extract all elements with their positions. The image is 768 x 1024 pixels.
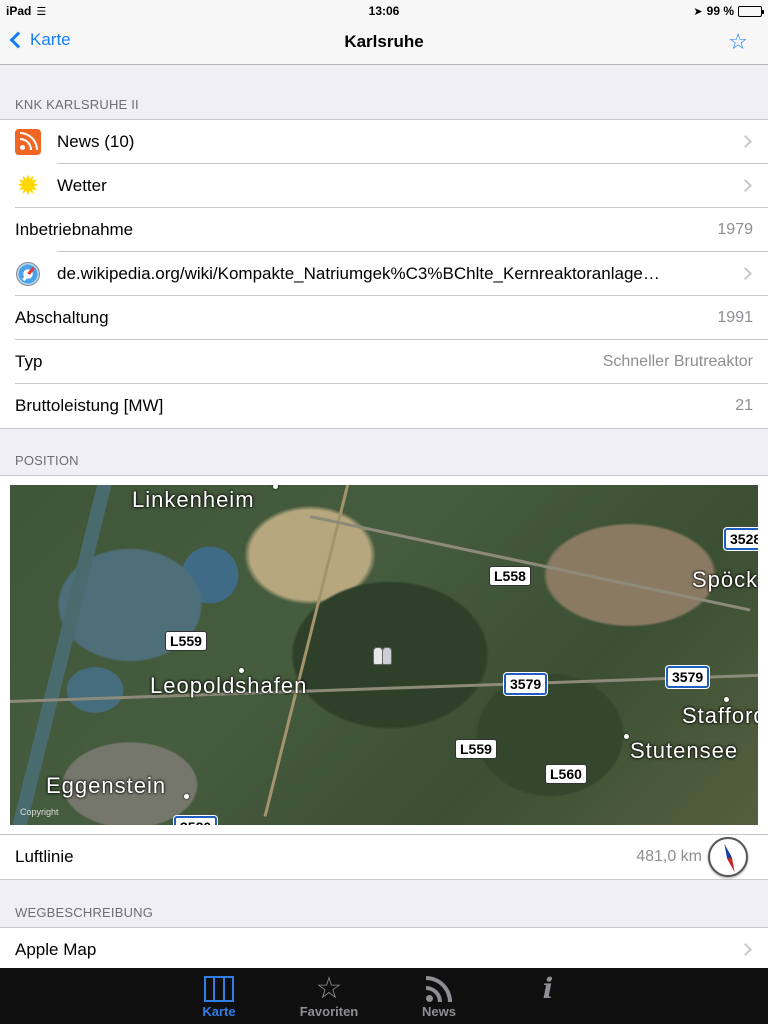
- type-label: Typ: [15, 352, 43, 371]
- rss-icon: [426, 976, 452, 1002]
- chevron-right-icon: [739, 267, 752, 280]
- place-label: Eggenstein: [46, 773, 167, 798]
- commissioning-row: Inbetriebnahme 1979: [0, 208, 768, 252]
- chevron-right-icon: [739, 179, 752, 192]
- road-sign: 3528: [724, 528, 758, 550]
- tab-bar: Karte ☆ Favoriten News i: [0, 968, 768, 1024]
- favorite-star-icon[interactable]: ☆: [728, 29, 748, 55]
- shutdown-label: Abschaltung: [15, 308, 109, 327]
- road-sign: L558: [489, 566, 531, 586]
- reactor-map-pin-icon[interactable]: [373, 645, 395, 667]
- distance-group: Luftlinie 481,0 km: [0, 834, 768, 880]
- chevron-right-icon: [739, 135, 752, 148]
- map-copyright: Copyright: [20, 807, 59, 817]
- wikipedia-row[interactable]: de.wikipedia.org/wiki/Kompakte_Natriumge…: [0, 252, 768, 296]
- commissioning-label: Inbetriebnahme: [15, 220, 134, 239]
- reactor-info-group: News (10) ✹ Wetter Inbetriebnahme 1979 d…: [0, 119, 768, 429]
- weather-row-label: Wetter: [57, 176, 107, 195]
- tab-label: Karte: [202, 1004, 236, 1019]
- section-header-reactor: KNK KARLSRUHE II: [15, 97, 139, 112]
- apple-map-label: Apple Map: [15, 940, 97, 959]
- news-row-label: News (10): [57, 132, 135, 151]
- place-label: Stutensee: [630, 738, 739, 763]
- road-sign: 3580: [174, 816, 218, 825]
- road-sign: 3579: [666, 666, 710, 688]
- apple-map-row[interactable]: Apple Map: [0, 928, 768, 972]
- sun-icon: ✹: [16, 170, 40, 201]
- location-icon: ➤: [693, 5, 703, 18]
- gross-output-row: Bruttoleistung [MW] 21: [0, 384, 768, 428]
- place-label: Leopoldshafen: [150, 673, 308, 698]
- tab-label: News: [422, 1004, 456, 1019]
- shutdown-value: 1991: [717, 309, 753, 326]
- place-label: Linkenheim: [132, 487, 255, 512]
- star-icon: ☆: [315, 972, 343, 1005]
- tab-karte[interactable]: Karte: [179, 974, 259, 1019]
- gross-output-value: 21: [735, 397, 753, 414]
- tab-info[interactable]: i: [508, 974, 588, 1004]
- section-header-position: POSITION: [15, 453, 79, 468]
- safari-icon: [15, 261, 41, 287]
- navigation-bar: Karte Karlsruhe ☆: [0, 20, 768, 65]
- road-sign: L560: [545, 764, 587, 784]
- shutdown-row: Abschaltung 1991: [0, 296, 768, 340]
- news-row[interactable]: News (10): [0, 120, 768, 164]
- directions-group: Apple Map: [0, 927, 768, 972]
- type-row: Typ Schneller Brutreaktor: [0, 340, 768, 384]
- place-label: Spöck: [692, 567, 758, 592]
- road-sign: L559: [165, 631, 207, 651]
- tab-favoriten[interactable]: ☆ Favoriten: [289, 972, 369, 1020]
- gross-output-label: Bruttoleistung [MW]: [15, 396, 164, 415]
- type-value: Schneller Brutreaktor: [602, 353, 753, 370]
- map-icon: [204, 976, 234, 1002]
- compass-icon: [708, 837, 748, 877]
- status-time: 13:06: [368, 4, 400, 18]
- status-bar: iPad ☰ 13:06 ➤ 99 %: [0, 0, 768, 20]
- place-label: Stafford: [682, 703, 758, 728]
- page-title: Karlsruhe: [344, 32, 424, 51]
- section-header-directions: WEGBESCHREIBUNG: [15, 905, 154, 920]
- rss-icon: [15, 129, 41, 155]
- distance-row: Luftlinie 481,0 km: [0, 835, 768, 879]
- road-sign: 3579: [504, 673, 548, 695]
- chevron-right-icon: [739, 943, 752, 956]
- road-sign: L559: [455, 739, 497, 759]
- distance-label: Luftlinie: [15, 847, 74, 866]
- battery-icon: [738, 5, 764, 17]
- battery-percent: 99 %: [706, 4, 734, 18]
- distance-value: 481,0 km: [636, 848, 702, 865]
- wikipedia-link[interactable]: de.wikipedia.org/wiki/Kompakte_Natriumge…: [57, 264, 660, 284]
- weather-row[interactable]: ✹ Wetter: [0, 164, 768, 208]
- satellite-map[interactable]: Linkenheim Spöck Leopoldshafen Stafford …: [10, 485, 758, 825]
- info-icon: i: [542, 972, 554, 1005]
- tab-label: Favoriten: [299, 1004, 359, 1019]
- commissioning-value: 1979: [717, 221, 753, 238]
- map-container: Linkenheim Spöck Leopoldshafen Stafford …: [0, 475, 768, 834]
- tab-news[interactable]: News: [399, 974, 479, 1019]
